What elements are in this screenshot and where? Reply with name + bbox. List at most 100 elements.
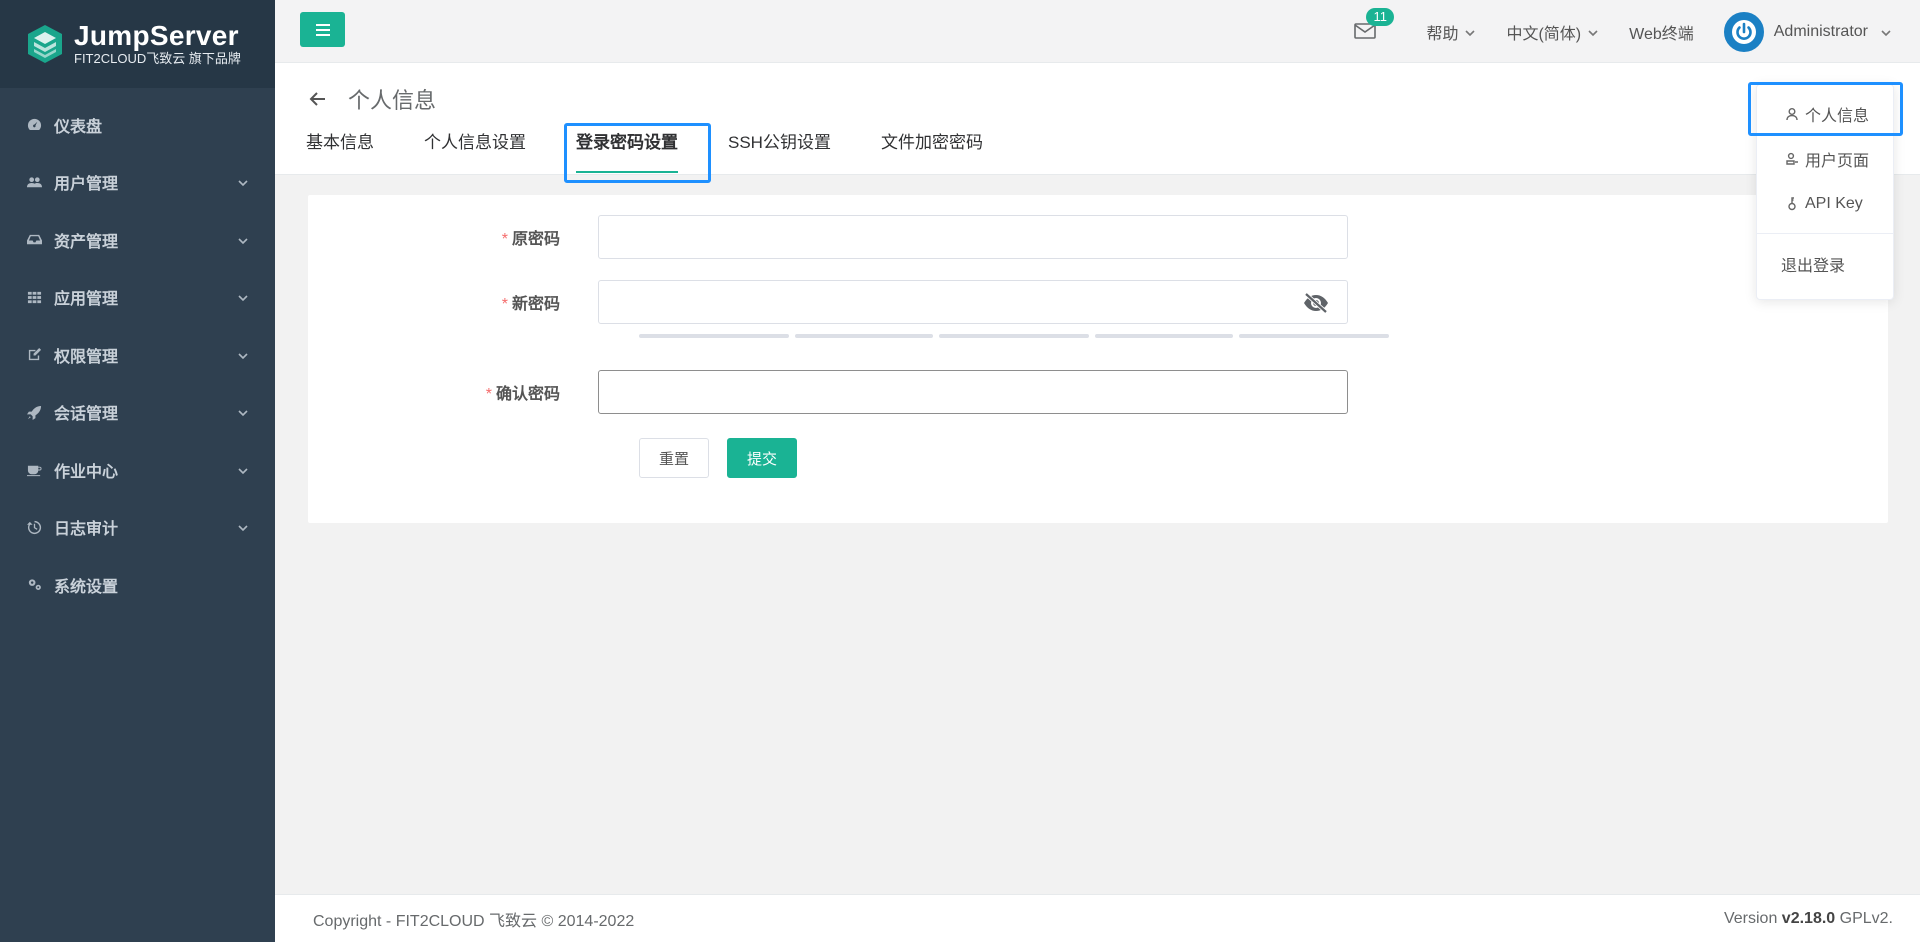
chevron-down-icon — [1587, 26, 1599, 38]
strength-segment — [939, 334, 1089, 338]
web-terminal-label: Web终端 — [1629, 25, 1694, 43]
profile-menu-highlight — [1748, 82, 1903, 136]
old-password-input[interactable] — [599, 216, 1347, 258]
old-password-field[interactable] — [598, 215, 1348, 259]
new-password-row: * 新密码 — [308, 280, 1348, 324]
mail-count-badge: 11 — [1366, 7, 1394, 26]
power-icon — [1731, 19, 1756, 44]
dashboard-icon — [26, 117, 42, 133]
rocket-icon — [26, 404, 42, 420]
key-icon — [1785, 196, 1799, 211]
old-password-label: * 原密码 — [501, 231, 560, 248]
tab-basic-info[interactable]: 基本信息 — [306, 133, 374, 173]
confirm-password-row: * 确认密码 — [308, 370, 1348, 414]
tab-profile-settings[interactable]: 个人信息设置 — [424, 133, 526, 173]
sidebar-item-label: 日志审计 — [54, 521, 119, 539]
sidebar-item-label: 作业中心 — [54, 463, 119, 481]
password-form-card: * 原密码 * 新密码 * 确认密码 重置 提交 — [308, 195, 1888, 523]
user-page-icon — [1785, 152, 1799, 166]
menu-item-api-key[interactable]: API Key — [1757, 181, 1893, 226]
chevron-down-icon — [1880, 26, 1892, 38]
chevron-down-icon — [237, 234, 249, 246]
chevron-down-icon — [237, 349, 249, 361]
sidebar-item-label: 用户管理 — [54, 176, 119, 194]
new-password-input[interactable] — [599, 281, 1347, 323]
brand-subtitle: FIT2CLOUD飞致云 旗下品牌 — [74, 51, 241, 66]
copyright-text: Copyright - FIT2CLOUD 飞致云 © 2014-2022 — [313, 912, 635, 930]
language-menu[interactable]: 中文(简体) — [1506, 20, 1599, 44]
inbox-icon — [26, 232, 42, 248]
tab-ssh-key-settings[interactable]: SSH公钥设置 — [728, 133, 831, 173]
required-mark: * — [501, 296, 508, 313]
tab-file-encryption-password[interactable]: 文件加密密码 — [881, 133, 983, 173]
confirm-password-field[interactable] — [598, 370, 1348, 414]
user-menu[interactable]: Administrator — [1723, 11, 1892, 52]
old-password-row: * 原密码 — [308, 215, 1348, 259]
jumpserver-logo-icon — [28, 25, 62, 63]
menu-item-user-page[interactable]: 用户页面 — [1757, 136, 1893, 181]
menu-item-label: API Key — [1805, 194, 1863, 212]
chevron-down-icon — [237, 521, 249, 533]
version-number: v2.18.0 — [1781, 909, 1836, 927]
chevron-down-icon — [237, 406, 249, 418]
form-actions: 重置 提交 — [639, 438, 797, 478]
eye-slash-icon[interactable] — [1303, 292, 1329, 314]
gears-icon — [26, 577, 42, 593]
required-mark: * — [501, 231, 508, 248]
active-tab-highlight — [564, 123, 711, 183]
sidebar-nav: 仪表盘 用户管理 资产管理 应用管理 权限管理 会话管理 作业中心 日志审计 系… — [0, 88, 275, 614]
menu-item-logout[interactable]: 退出登录 — [1757, 241, 1893, 286]
hamburger-icon — [315, 23, 330, 36]
confirm-password-label: * 确认密码 — [485, 386, 560, 403]
chevron-down-icon — [237, 464, 249, 476]
submit-button[interactable]: 提交 — [727, 438, 797, 478]
page-title: 个人信息 — [348, 88, 437, 113]
menu-divider — [1757, 233, 1893, 234]
strength-segment — [1095, 334, 1233, 338]
sidebar-item-label: 应用管理 — [54, 291, 119, 309]
sidebar-item-label: 资产管理 — [54, 233, 119, 251]
sidebar-item-permissions[interactable]: 权限管理 — [0, 326, 275, 384]
sidebar-item-label: 权限管理 — [54, 348, 119, 366]
menu-item-label: 用户页面 — [1805, 152, 1870, 170]
sidebar-item-users[interactable]: 用户管理 — [0, 154, 275, 212]
brand-title: JumpServer — [74, 20, 239, 51]
sidebar-item-label: 会话管理 — [54, 406, 119, 424]
chevron-down-icon — [237, 176, 249, 188]
menu-item-label: 退出登录 — [1781, 257, 1846, 275]
edit-icon — [26, 347, 42, 363]
sidebar-item-applications[interactable]: 应用管理 — [0, 269, 275, 327]
logo[interactable]: JumpServer FIT2CLOUD飞致云 旗下品牌 — [0, 0, 275, 88]
footer: Copyright - FIT2CLOUD 飞致云 © 2014-2022 Ve… — [275, 894, 1920, 942]
menu-toggle-button[interactable] — [300, 12, 345, 47]
new-password-label: * 新密码 — [501, 296, 560, 313]
avatar — [1723, 11, 1764, 52]
back-arrow-icon[interactable] — [308, 89, 328, 109]
help-label: 帮助 — [1426, 25, 1459, 43]
grid-icon — [26, 289, 42, 305]
strength-segment — [639, 334, 789, 338]
sidebar-item-assets[interactable]: 资产管理 — [0, 211, 275, 269]
strength-segment — [795, 334, 933, 338]
reset-button[interactable]: 重置 — [639, 438, 709, 478]
language-label: 中文(简体) — [1506, 25, 1582, 43]
user-name: Administrator — [1773, 22, 1868, 40]
chevron-down-icon — [237, 291, 249, 303]
sidebar-item-jobs[interactable]: 作业中心 — [0, 441, 275, 499]
required-mark: * — [485, 386, 492, 403]
sidebar-item-label: 仪表盘 — [54, 118, 103, 136]
sidebar-item-dashboard[interactable]: 仪表盘 — [0, 96, 275, 154]
sidebar-item-audit[interactable]: 日志审计 — [0, 499, 275, 557]
confirm-password-input[interactable] — [599, 371, 1347, 413]
sidebar-item-sessions[interactable]: 会话管理 — [0, 384, 275, 442]
mail-button[interactable]: 11 — [1354, 7, 1394, 42]
sidebar: JumpServer FIT2CLOUD飞致云 旗下品牌 仪表盘 用户管理 资产… — [0, 0, 275, 942]
new-password-field[interactable] — [598, 280, 1348, 324]
web-terminal-link[interactable]: Web终端 — [1629, 20, 1694, 44]
help-menu[interactable]: 帮助 — [1426, 20, 1476, 44]
password-strength-meter — [639, 334, 1389, 338]
top-navbar: 11 帮助 中文(简体) Web终端 Administrator — [275, 0, 1920, 63]
sidebar-item-settings[interactable]: 系统设置 — [0, 556, 275, 614]
page-header: 个人信息 基本信息 个人信息设置 登录密码设置 SSH公钥设置 文件加密密码 — [275, 63, 1920, 175]
history-icon — [26, 519, 42, 535]
